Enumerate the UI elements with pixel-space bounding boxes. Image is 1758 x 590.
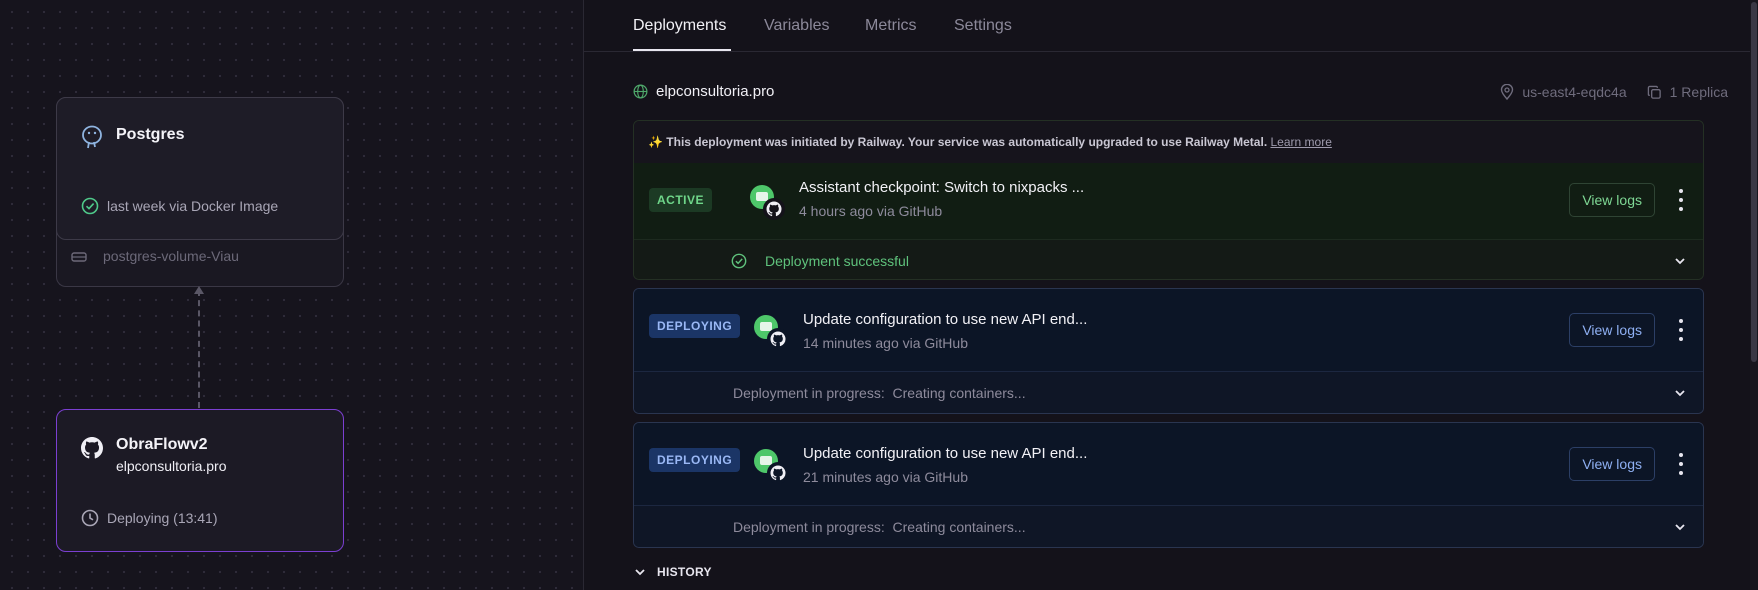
service-domain-link[interactable]: elpconsultoria.pro [633, 83, 774, 100]
deployment-card-active[interactable]: ✨ This deployment was initiated by Railw… [633, 120, 1704, 280]
learn-more-link[interactable]: Learn more [1271, 135, 1332, 149]
commit-author-avatar [754, 449, 789, 484]
github-icon [81, 437, 103, 459]
copy-icon [1647, 85, 1661, 99]
service-domain-text: elpconsultoria.pro [656, 83, 775, 100]
replica-text: 1 Replica [1669, 84, 1728, 100]
obraflow-status: Deploying (13:41) [81, 509, 218, 527]
deployment-row[interactable]: ACTIVE Assistant checkpoint: Switch to n… [634, 163, 1703, 239]
view-logs-button[interactable]: View logs [1569, 447, 1655, 481]
view-logs-button[interactable]: View logs [1569, 313, 1655, 347]
commit-meta: 4 hours ago via GitHub [799, 203, 943, 219]
more-options-icon[interactable] [1677, 319, 1685, 341]
connector-arrow [194, 286, 204, 294]
railway-metal-notice: ✨ This deployment was initiated by Railw… [634, 121, 1703, 163]
service-meta: us-east4-eqdc4a 1 Replica [1500, 84, 1728, 100]
commit-message[interactable]: Update configuration to use new API end.… [803, 311, 1087, 328]
commit-author-avatar [750, 185, 785, 220]
project-canvas[interactable]: Postgres last week via Docker Image post… [0, 0, 583, 590]
panel-tabs: Deployments Variables Metrics Settings [584, 0, 1758, 52]
history-label: HISTORY [657, 565, 712, 579]
deployment-footer[interactable]: Deployment in progress: Creating contain… [634, 371, 1703, 413]
panel-scrollbar[interactable] [1750, 0, 1758, 590]
deployment-card-deploying[interactable]: DEPLOYING Update configuration to use ne… [633, 422, 1704, 548]
obraflow-domain: elpconsultoria.pro [116, 458, 227, 474]
notice-text: This deployment was initiated by Railway… [666, 135, 1268, 149]
deployment-footer[interactable]: Deployment in progress: Creating contain… [634, 505, 1703, 547]
commit-message[interactable]: Update configuration to use new API end.… [803, 445, 1087, 462]
clock-icon [81, 509, 99, 527]
service-panel: Deployments Variables Metrics Settings e… [583, 0, 1758, 590]
obraflow-status-text: Deploying (13:41) [107, 510, 218, 526]
chevron-down-icon[interactable] [1673, 520, 1687, 534]
commit-author-avatar [754, 315, 789, 350]
region-info: us-east4-eqdc4a [1500, 84, 1627, 100]
sparkles-icon: ✨ [648, 135, 663, 149]
deployment-card-deploying[interactable]: DEPLOYING Update configuration to use ne… [633, 288, 1704, 414]
chevron-down-icon[interactable] [1673, 386, 1687, 400]
deployment-success-status: Deployment successful [731, 253, 909, 269]
view-logs-button[interactable]: View logs [1569, 183, 1655, 217]
globe-icon [633, 84, 648, 99]
commit-meta: 14 minutes ago via GitHub [803, 335, 968, 351]
active-tab-indicator [633, 49, 731, 51]
deployment-row[interactable]: DEPLOYING Update configuration to use ne… [634, 289, 1703, 371]
check-circle-icon [731, 253, 747, 268]
replica-info: 1 Replica [1647, 84, 1728, 100]
obraflow-service-card[interactable]: ObraFlowv2 elpconsultoria.pro Deploying … [56, 409, 344, 552]
obraflow-title: ObraFlowv2 [116, 436, 208, 453]
postgres-volume[interactable]: postgres-volume-Viau [71, 248, 239, 264]
tab-variables[interactable]: Variables [764, 17, 830, 35]
postgres-status: last week via Docker Image [81, 197, 278, 215]
postgres-service-card[interactable]: Postgres last week via Docker Image post… [56, 97, 344, 287]
status-badge: ACTIVE [649, 188, 713, 212]
scrollbar-thumb[interactable] [1751, 2, 1757, 362]
commit-message[interactable]: Assistant checkpoint: Switch to nixpacks… [799, 179, 1084, 196]
location-pin-icon [1501, 84, 1514, 100]
postgres-card-header[interactable]: Postgres last week via Docker Image [56, 97, 344, 240]
status-badge: DEPLOYING [649, 448, 741, 472]
deployment-row[interactable]: DEPLOYING Update configuration to use ne… [634, 423, 1703, 505]
deployment-success-text: Deployment successful [765, 252, 909, 269]
deployment-progress-text: Deployment in progress: Creating contain… [733, 384, 1026, 401]
check-circle-icon [81, 197, 99, 215]
commit-meta: 21 minutes ago via GitHub [803, 469, 968, 485]
postgres-elephant-icon [82, 125, 102, 149]
postgres-status-text: last week via Docker Image [107, 198, 279, 214]
tab-deployments[interactable]: Deployments [633, 17, 726, 35]
service-connector-line [198, 290, 200, 408]
postgres-title: Postgres [116, 126, 185, 143]
disk-icon [71, 252, 87, 262]
status-badge: DEPLOYING [649, 314, 741, 338]
chevron-down-icon [635, 569, 645, 576]
more-options-icon[interactable] [1677, 453, 1685, 475]
tab-metrics[interactable]: Metrics [865, 17, 917, 35]
chevron-down-icon[interactable] [1673, 254, 1687, 268]
deployment-progress-text: Deployment in progress: Creating contain… [733, 518, 1026, 535]
history-toggle[interactable]: HISTORY [633, 565, 712, 579]
more-options-icon[interactable] [1677, 189, 1685, 211]
tab-settings[interactable]: Settings [954, 17, 1012, 35]
postgres-volume-name: postgres-volume-Viau [103, 248, 239, 264]
deployment-footer[interactable]: Deployment successful [634, 239, 1703, 279]
region-text: us-east4-eqdc4a [1522, 84, 1627, 100]
